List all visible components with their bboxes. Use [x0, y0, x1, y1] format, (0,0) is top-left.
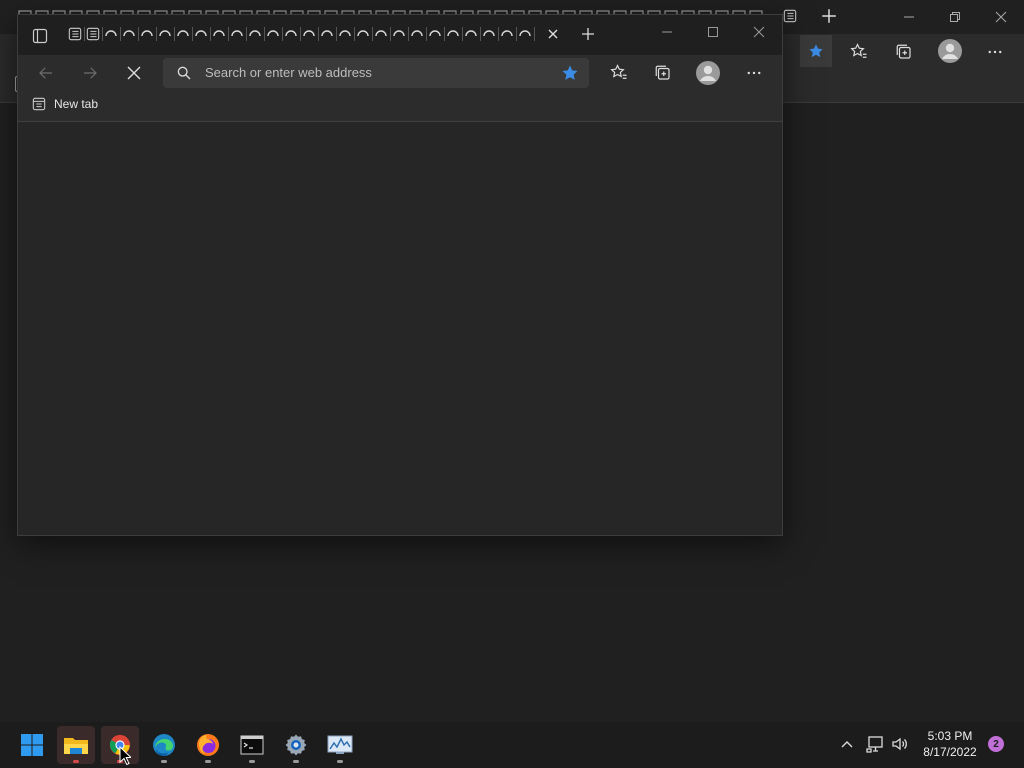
browser-tab[interactable] [282, 25, 301, 43]
browser-tab[interactable] [84, 25, 103, 43]
favorites-bar: New tab [18, 91, 782, 122]
search-icon [176, 65, 192, 81]
browser-tab[interactable] [480, 25, 499, 43]
background-close-icon[interactable] [978, 2, 1024, 32]
browser-tab[interactable] [228, 25, 247, 43]
browser-tab[interactable] [336, 25, 355, 43]
clock-time: 5:03 PM [927, 729, 973, 743]
close-tab-icon[interactable] [546, 27, 560, 41]
browser-tab[interactable] [318, 25, 337, 43]
browser-tab[interactable] [390, 25, 409, 43]
favorite-item-label: New tab [54, 97, 99, 111]
browser-tab[interactable] [138, 25, 157, 43]
favorites-icon[interactable] [603, 58, 635, 88]
browser-tab[interactable] [192, 25, 211, 43]
browser-tab[interactable] [66, 25, 85, 43]
tab-strip [18, 15, 782, 55]
taskbar-resource-monitor[interactable] [321, 726, 359, 764]
minimize-icon[interactable] [644, 17, 690, 47]
page-content [18, 122, 782, 535]
browser-tab[interactable] [210, 25, 229, 43]
browser-tab[interactable] [120, 25, 139, 43]
edge-icon [152, 733, 176, 757]
taskbar-edge[interactable] [145, 726, 183, 764]
close-window-icon[interactable] [736, 17, 782, 47]
background-minimize-icon[interactable] [886, 2, 932, 32]
favorite-star-icon[interactable] [561, 64, 579, 82]
foreground-browser-window: Search or enter web address New tab [17, 14, 783, 536]
address-bar[interactable]: Search or enter web address [163, 58, 589, 88]
resource-monitor-icon [327, 734, 353, 756]
taskbar-firefox[interactable] [189, 726, 227, 764]
tab-actions-icon[interactable] [32, 28, 48, 44]
browser-tab[interactable] [156, 25, 175, 43]
taskbar: 5:03 PM 8/17/2022 2 [0, 722, 1024, 768]
browser-tab[interactable] [246, 25, 265, 43]
terminal-icon [240, 734, 264, 756]
browser-tab[interactable] [426, 25, 445, 43]
mouse-cursor-icon [119, 746, 131, 766]
favorite-item-new-tab[interactable]: New tab [32, 97, 98, 111]
running-indicator [337, 760, 343, 763]
browser-tab[interactable] [516, 25, 535, 43]
browser-tab[interactable] [354, 25, 373, 43]
background-tab-icon[interactable] [783, 9, 797, 23]
running-indicator [249, 760, 255, 763]
taskbar-file-explorer[interactable] [57, 726, 95, 764]
more-options-icon[interactable] [738, 58, 770, 88]
start-button[interactable] [13, 726, 51, 764]
browser-tab[interactable] [102, 25, 121, 43]
new-tab-page-icon [32, 97, 46, 111]
volume-icon[interactable] [891, 735, 909, 753]
network-icon[interactable] [866, 735, 884, 753]
toolbar: Search or enter web address [18, 55, 782, 91]
background-profile-avatar[interactable] [938, 39, 962, 63]
search-input[interactable]: Search or enter web address [205, 65, 372, 80]
running-indicator [73, 760, 79, 763]
browser-tab[interactable] [264, 25, 283, 43]
browser-tab[interactable] [444, 25, 463, 43]
running-indicator [161, 760, 167, 763]
background-restore-icon[interactable] [932, 2, 978, 32]
background-favorite-star-icon[interactable] [800, 35, 832, 67]
file-explorer-icon [63, 733, 89, 757]
notification-badge[interactable]: 2 [988, 736, 1004, 752]
browser-tab[interactable] [498, 25, 517, 43]
running-indicator [205, 760, 211, 763]
background-more-icon[interactable] [986, 43, 1004, 61]
browser-tab[interactable] [174, 25, 193, 43]
background-new-tab-icon[interactable] [820, 7, 838, 25]
show-hidden-icons-icon[interactable] [840, 737, 854, 751]
forward-arrow-icon[interactable] [74, 58, 106, 88]
stop-loading-icon[interactable] [118, 58, 150, 88]
collections-icon[interactable] [647, 58, 679, 88]
browser-tab[interactable] [372, 25, 391, 43]
browser-tab[interactable] [408, 25, 427, 43]
browser-tab[interactable] [300, 25, 319, 43]
background-favorites-icon[interactable] [850, 43, 868, 61]
clock[interactable]: 5:03 PM 8/17/2022 [915, 728, 985, 760]
clock-date: 8/17/2022 [923, 745, 977, 759]
maximize-icon[interactable] [690, 17, 736, 47]
browser-tab[interactable] [462, 25, 481, 43]
start-icon [20, 733, 44, 757]
firefox-icon [196, 733, 220, 757]
profile-avatar[interactable] [692, 58, 724, 88]
taskbar-terminal[interactable] [233, 726, 271, 764]
background-collections-icon[interactable] [895, 43, 913, 61]
running-indicator [293, 760, 299, 763]
taskbar-settings[interactable] [277, 726, 315, 764]
settings-icon [284, 733, 308, 757]
new-tab-icon[interactable] [580, 26, 596, 42]
back-arrow-icon[interactable] [30, 58, 62, 88]
